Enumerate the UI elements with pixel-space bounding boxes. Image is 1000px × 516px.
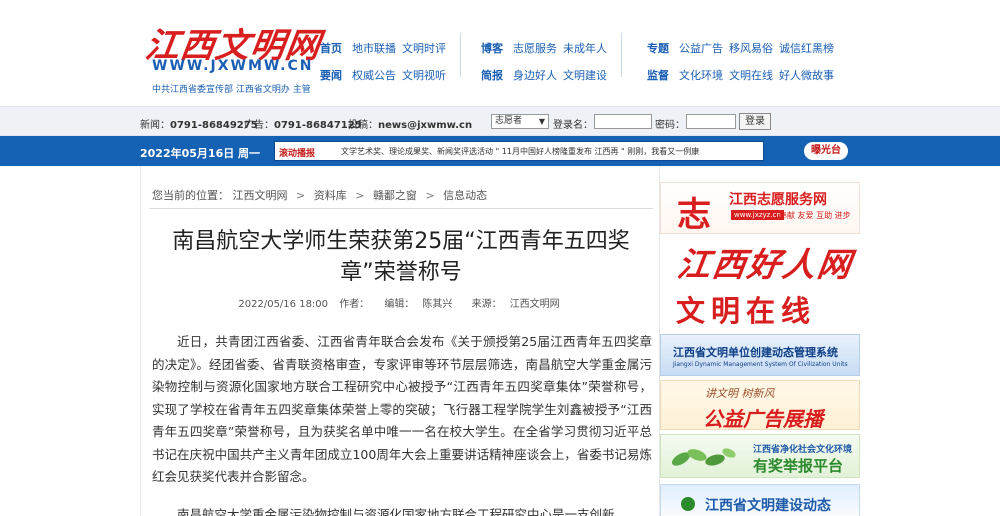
nav-good-people[interactable]: 身边好人 (513, 67, 557, 83)
page: 江西文明网 WWW.JXWMW.CN 中共江西省委宣传部 江西省文明办 主管 首… (0, 0, 1000, 516)
contribution-email: 投稿：news@jxwmw.cn (348, 120, 473, 131)
chevron-down-icon: ▼ (538, 117, 545, 126)
password-input[interactable] (686, 114, 736, 129)
nav-city-news[interactable]: 地市联播 (352, 40, 396, 56)
logo-subtitle: 中共江西省委宣传部 江西省文明办 主管 (152, 85, 311, 95)
nav-group-2: 博客 志愿服务 未成年人 简报 身边好人 文明建设 (481, 34, 613, 88)
banner-title: 有奖举报平台 (753, 457, 844, 475)
nav-home[interactable]: 首页 (320, 40, 342, 56)
nav-civic-building[interactable]: 文明建设 (563, 67, 607, 83)
banner-title: 文明在线 (676, 294, 817, 328)
breadcrumb: 您当前的位置： 江西文明网 > 资料库 > 赣鄱之窗 > 信息动态 (152, 187, 487, 203)
nav-headlines[interactable]: 要闻 (320, 67, 342, 83)
site-logo[interactable]: 江西文明网 WWW.JXWMW.CN 中共江西省委宣传部 江西省文明办 主管 (143, 18, 324, 98)
banner-public-ads[interactable]: 讲文明 树新风 公益广告展播 (660, 380, 860, 430)
banner-slogan: 奉献 友爱 互助 进步 (779, 211, 851, 220)
banner-title: 江西志愿服务网 (729, 192, 827, 208)
banner-title: 江西省文明单位创建动态管理系统 (673, 346, 838, 359)
nav-divider (621, 33, 622, 77)
password-label: 密码： (655, 120, 685, 131)
banner-civic-dynamics[interactable]: 江西省文明建设动态 (660, 484, 860, 516)
breadcrumb-divider (149, 208, 653, 209)
nav-briefing[interactable]: 简报 (481, 67, 503, 83)
banner-url: www.jxzyz.cn (731, 210, 784, 220)
sidebar-banners: 志 江西志愿服务网 www.jxzyz.cn 奉献 友爱 互助 进步 江西好人网… (660, 166, 860, 516)
ticker-bar: 2022年05月16日 周一 滚动播报 文学艺术奖、理论成果奖、新闻奖评选活动 … (0, 136, 1000, 166)
breadcrumb-item[interactable]: 信息动态 (443, 189, 487, 202)
breadcrumb-sep: > (355, 189, 365, 202)
article-paragraph: 南昌航空大学重金属污染物控制与资源化国家地方联合工程研究中心是一支创新 (177, 507, 615, 516)
banner-title: 公益广告展播 (703, 407, 823, 430)
banner-civic-online[interactable]: 文明在线 (660, 284, 860, 330)
article-editor: 编辑： 陈其兴 (384, 299, 453, 310)
banner-report-platform[interactable]: 江西省净化社会文化环境 有奖举报平台 (660, 434, 860, 478)
nav-supervision[interactable]: 监督 (647, 67, 669, 83)
circle-icon (681, 497, 695, 511)
ad-phone: 广告：0791-86847125 (244, 120, 362, 131)
article-meta: 2022/05/16 18:00 作者： 编辑： 陈其兴 来源： 江西文明网 (151, 295, 651, 310)
article-paragraph: 近日，共青团江西省委、江西省青年联合会发布《关于颁授第25届江西青年五四奖章的决… (152, 334, 652, 484)
breadcrumb-item[interactable]: 资料库 (314, 189, 347, 202)
nav-volunteer[interactable]: 志愿服务 (513, 40, 557, 56)
nav-topics[interactable]: 专题 (647, 40, 669, 56)
ticker-label: 滚动播报 (279, 149, 316, 159)
article-author-label: 作者： (339, 299, 370, 310)
banner-subtitle: Jiangxi Dynamic Management System Of Civ… (673, 361, 848, 368)
nav-customs[interactable]: 移风易俗 (729, 40, 773, 56)
volunteer-logo-icon: 志 (677, 195, 711, 234)
info-bar: 新闻：0791-86849275 广告：0791-86847125 投稿：new… (0, 106, 1000, 136)
site-header: 江西文明网 WWW.JXWMW.CN 中共江西省委宣传部 江西省文明办 主管 首… (0, 0, 1000, 106)
breadcrumb-sep: > (296, 189, 306, 202)
login-button[interactable]: 登录 (739, 113, 771, 130)
article-source: 来源： 江西文明网 (471, 299, 560, 310)
banner-subtitle: 讲文明 树新风 (705, 387, 775, 400)
login-name-input[interactable] (594, 114, 652, 129)
article-title: 南昌航空大学师生荣获第25届“江西青年五四奖章”荣誉称号 (172, 229, 630, 285)
nav-civic-media[interactable]: 文明视听 (402, 67, 446, 83)
banner-volunteer-service[interactable]: 志 江西志愿服务网 www.jxzyz.cn 奉献 友爱 互助 进步 (660, 182, 860, 234)
banner-subtitle: 江西省净化社会文化环境 (753, 445, 853, 455)
ticker-text[interactable]: 文学艺术奖、理论成果奖、新闻奖评选活动 " 11月中国好人榜隆重发布 江西再 "… (341, 146, 761, 157)
banner-title: 江西省文明建设动态 (705, 498, 831, 514)
nav-blog[interactable]: 博客 (481, 40, 503, 56)
user-type-select[interactable]: 志愿者 ▼ (491, 114, 549, 129)
main-content: 您当前的位置： 江西文明网 > 资料库 > 赣鄱之窗 > 信息动态 南昌航空大学… (140, 166, 660, 516)
current-date: 2022年05月16日 周一 (140, 147, 261, 160)
nav-culture-env[interactable]: 文化环境 (679, 67, 723, 83)
login-name-label: 登录名： (553, 120, 593, 131)
breadcrumb-prefix: 您当前的位置： (152, 189, 229, 202)
banner-good-people[interactable]: 江西好人网 (660, 236, 860, 282)
nav-official-notices[interactable]: 权威公告 (352, 67, 396, 83)
nav-minors[interactable]: 未成年人 (563, 40, 607, 56)
nav-group-3: 专题 公益广告 移风易俗 诚信红黑榜 监督 文化环境 文明在线 好人微故事 (647, 34, 840, 88)
nav-public-ads[interactable]: 公益广告 (679, 40, 723, 56)
nav-civic-online[interactable]: 文明在线 (729, 67, 773, 83)
banner-title: 江西好人网 (674, 245, 856, 282)
article-datetime: 2022/05/16 18:00 (238, 299, 329, 310)
nav-group-1: 首页 地市联播 文明时评 要闻 权威公告 文明视听 (320, 34, 452, 88)
breadcrumb-item[interactable]: 赣鄱之窗 (373, 189, 417, 202)
news-ticker: 滚动播报 文学艺术奖、理论成果奖、新闻奖评选活动 " 11月中国好人榜隆重发布 … (274, 141, 764, 161)
nav-good-stories[interactable]: 好人微故事 (779, 67, 834, 83)
nav-civic-commentary[interactable]: 文明时评 (402, 40, 446, 56)
breadcrumb-item[interactable]: 江西文明网 (233, 189, 288, 202)
news-phone: 新闻：0791-86849275 (140, 120, 258, 131)
breadcrumb-sep: > (425, 189, 435, 202)
leaf-icon (671, 448, 736, 466)
banner-unit-management[interactable]: 江西省文明单位创建动态管理系统 Jiangxi Dynamic Manageme… (660, 334, 860, 376)
nav-credit-list[interactable]: 诚信红黑榜 (779, 40, 834, 56)
logo-url: WWW.JXWMW.CN (152, 58, 314, 74)
nav-divider (460, 33, 461, 77)
expose-button[interactable]: 曝光台 (804, 142, 848, 160)
